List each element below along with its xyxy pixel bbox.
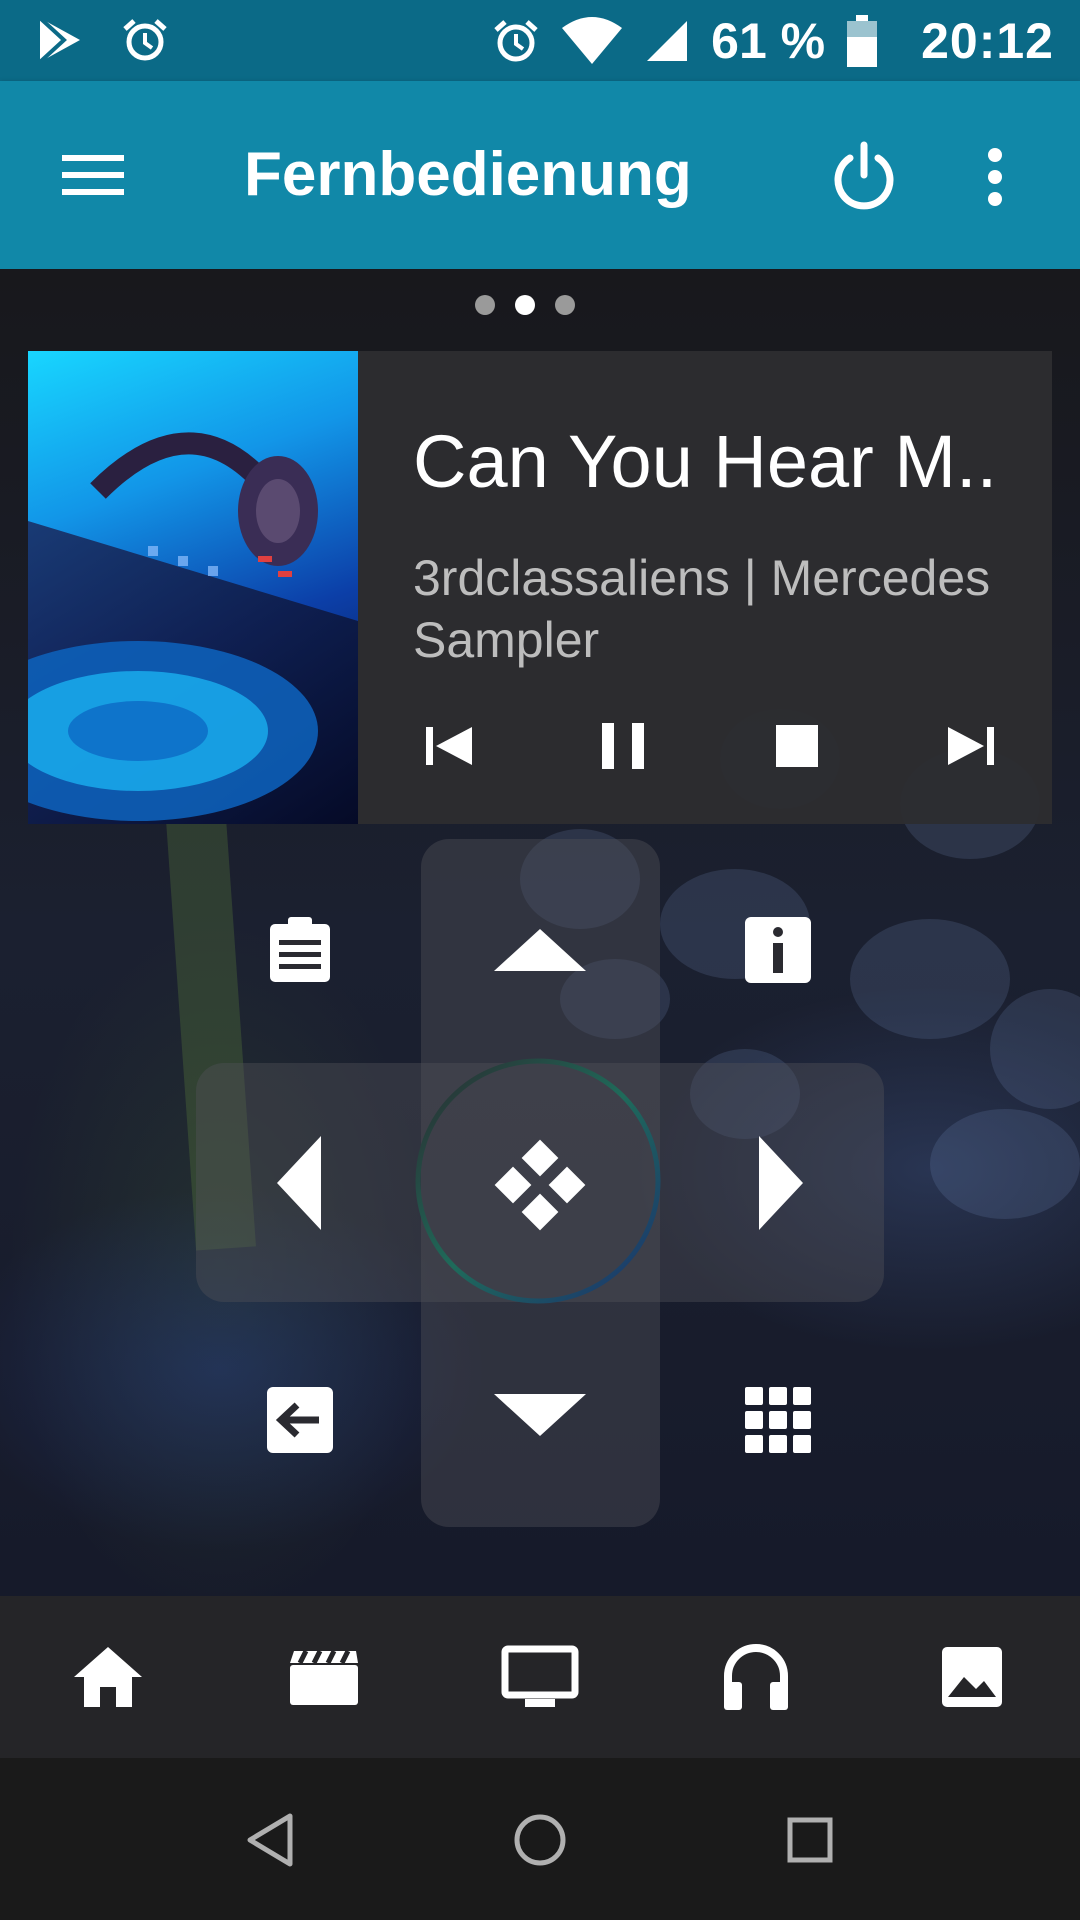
back-icon (267, 1387, 333, 1453)
recents-square-icon[interactable] (780, 1810, 840, 1870)
up-arrow-icon (494, 929, 586, 971)
nav-home[interactable] (58, 1627, 158, 1727)
battery-icon (847, 14, 878, 67)
playlist-button[interactable] (255, 905, 345, 995)
wifi-icon (562, 16, 623, 64)
album-art-image (28, 432, 358, 824)
nav-movies[interactable] (274, 1627, 374, 1727)
skip-next-icon[interactable] (936, 711, 1006, 781)
playlist-icon (270, 917, 330, 982)
play-store-icon (38, 16, 80, 64)
down-arrow-icon (494, 1394, 586, 1436)
clock: 20:12 (921, 12, 1054, 69)
alarm-icon (494, 19, 538, 61)
right-arrow-icon (759, 1136, 803, 1230)
page-dot[interactable] (555, 295, 575, 315)
track-title: Can You Hear M.. (413, 420, 998, 503)
left-arrow-icon (277, 1136, 321, 1230)
status-bar: 61 % 20:12 (0, 0, 1080, 81)
select-icon (494, 1139, 586, 1231)
page-indicator (475, 295, 575, 315)
nav-pictures[interactable] (922, 1627, 1022, 1727)
stop-icon[interactable] (762, 711, 832, 781)
bottom-navigation (0, 1596, 1080, 1758)
back-triangle-icon[interactable] (240, 1810, 300, 1870)
music-icon (724, 1644, 788, 1710)
pictures-icon (942, 1647, 1002, 1707)
signal-icon (647, 20, 688, 61)
page-dot[interactable] (475, 295, 495, 315)
nav-tv[interactable] (490, 1627, 590, 1727)
grid-icon (745, 1387, 811, 1453)
pause-icon[interactable] (588, 711, 658, 781)
app-toolbar: Fernbedienung (0, 81, 1080, 269)
info-button[interactable] (733, 905, 823, 995)
alarm-icon (123, 19, 167, 61)
tv-icon (501, 1645, 579, 1707)
home-icon (74, 1647, 142, 1707)
album-art[interactable] (28, 351, 358, 824)
skip-previous-icon[interactable] (414, 711, 484, 781)
up-button[interactable] (494, 910, 586, 990)
hamburger-menu-icon[interactable] (58, 143, 128, 207)
system-navigation-bar (0, 1758, 1080, 1920)
nav-music[interactable] (706, 1627, 806, 1727)
info-icon (745, 917, 811, 983)
back-button[interactable] (255, 1375, 345, 1465)
page-title: Fernbedienung (244, 140, 692, 209)
now-playing-card[interactable]: Can You Hear M.. 3rdclassaliens | Merced… (28, 351, 1052, 824)
battery-percent: 61 % (711, 12, 826, 69)
track-artist-album: 3rdclassaliens | Mercedes Sampler (413, 550, 991, 668)
select-button[interactable] (490, 1135, 590, 1235)
home-circle-icon[interactable] (510, 1810, 570, 1870)
page-dot-active[interactable] (515, 295, 535, 315)
right-button[interactable] (742, 1130, 818, 1236)
power-icon[interactable] (828, 141, 900, 213)
grid-button[interactable] (733, 1375, 823, 1465)
more-vert-icon[interactable] (980, 145, 1010, 209)
movies-icon (290, 1649, 358, 1705)
left-button[interactable] (262, 1130, 338, 1236)
down-button[interactable] (494, 1375, 586, 1455)
